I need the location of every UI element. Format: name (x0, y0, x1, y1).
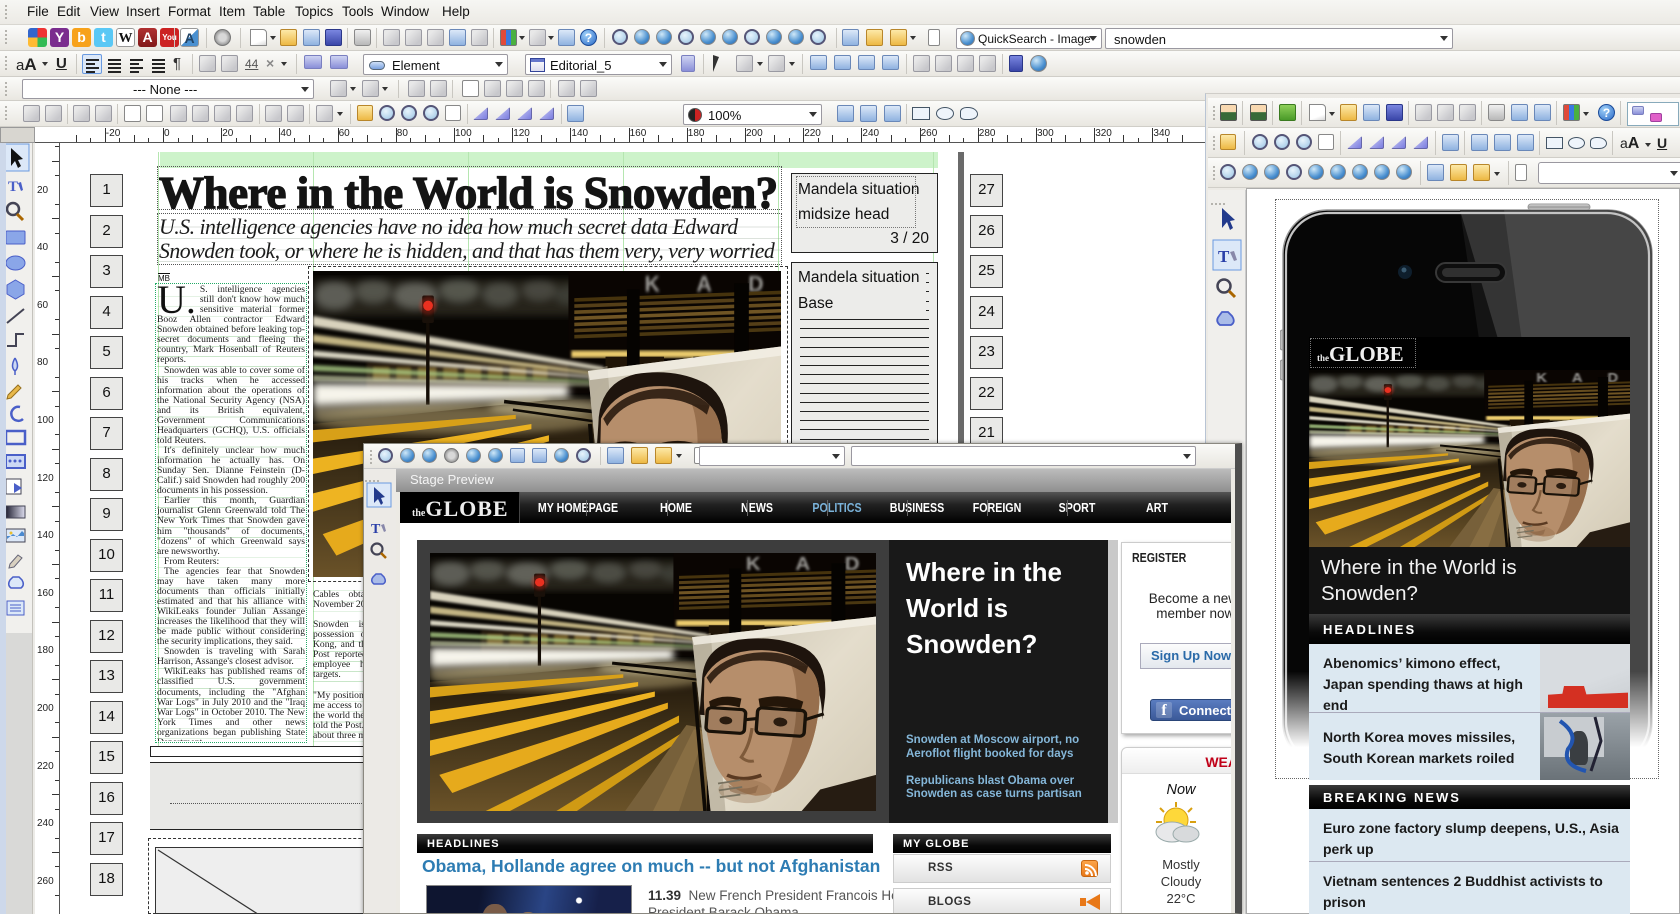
svg-text:T: T (1218, 247, 1230, 266)
svg-text:T: T (8, 179, 18, 195)
svg-text:T: T (371, 522, 381, 537)
